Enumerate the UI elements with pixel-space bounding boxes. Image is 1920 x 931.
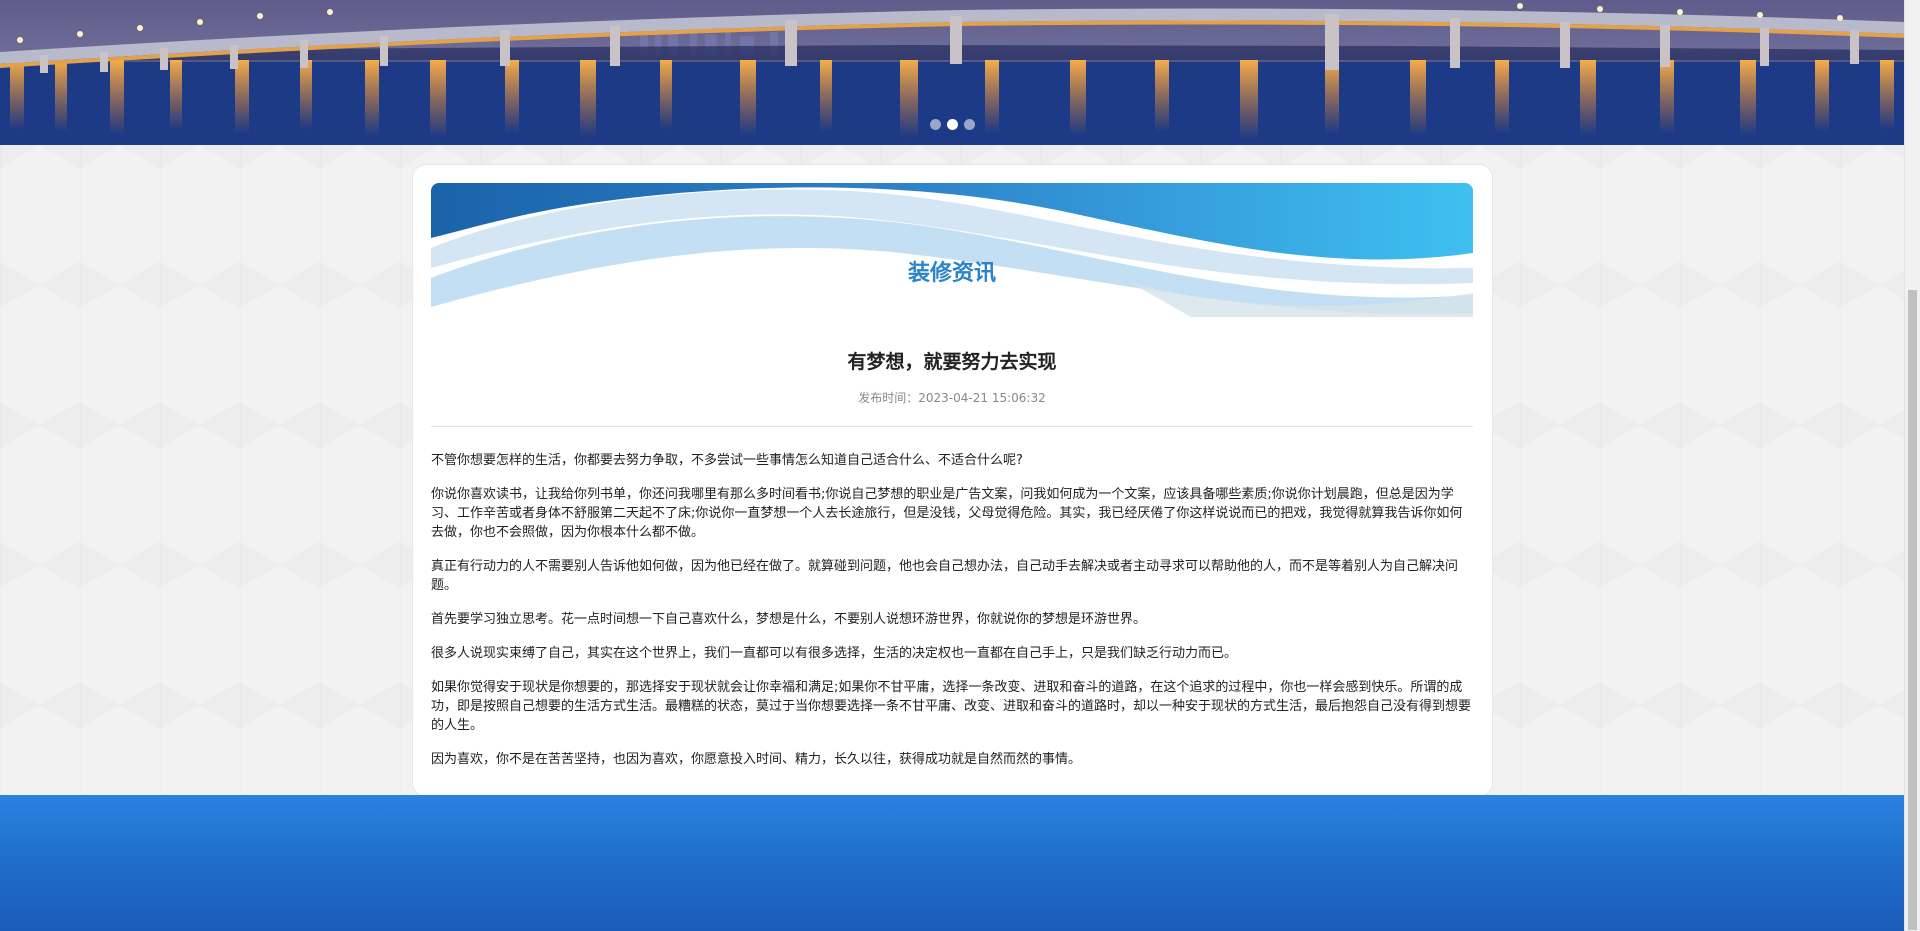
carousel-indicators	[0, 119, 1905, 131]
article-paragraph: 你说你喜欢读书，让我给你列书单，你还问我哪里有那么多时间看书;你说自己梦想的职业…	[431, 487, 1463, 540]
banner-carousel[interactable]	[0, 0, 1905, 145]
article-paragraph: 因为喜欢，你不是在苦苦坚持，也因为喜欢，你愿意投入时间、精力，长久以往，获得成功…	[431, 752, 1082, 767]
section-header: 装修资讯	[431, 183, 1473, 317]
wave-banner-image	[431, 183, 1473, 317]
article-paragraph: 如果你觉得安于现状是你想要的，那选择安于现状就会让你幸福和满足;如果你不甘平庸，…	[431, 680, 1472, 733]
article-body: 不管你想要怎样的生活，你都要去努力争取，不多尝试一些事情怎么知道自己适合什么、不…	[431, 451, 1473, 784]
article-title: 有梦想，就要努力去实现	[847, 351, 1057, 373]
page-scrollbar[interactable]	[1904, 0, 1920, 931]
article-paragraph: 很多人说现实束缚了自己，其实在这个世界上，我们一直都可以有很多选择，生活的决定权…	[431, 646, 1238, 661]
carousel-dot-3[interactable]	[964, 119, 975, 130]
scrollbar-thumb[interactable]	[1908, 290, 1917, 930]
section-title: 装修资讯	[907, 261, 996, 286]
article-paragraph: 不管你想要怎样的生活，你都要去努力争取，不多尝试一些事情怎么知道自己适合什么、不…	[431, 453, 1023, 468]
article-paragraph: 真正有行动力的人不需要别人告诉他如何做，因为他已经在做了。就算碰到问题，他也会自…	[431, 559, 1459, 593]
article-card: 装修资讯 有梦想，就要努力去实现 发布时间：2023-04-21 15:06:3…	[412, 164, 1493, 797]
carousel-dot-2[interactable]	[947, 119, 958, 130]
divider	[431, 426, 1473, 427]
carousel-dot-1[interactable]	[930, 119, 941, 130]
publish-time: 发布时间：2023-04-21 15:06:32	[858, 391, 1046, 405]
article-paragraph: 首先要学习独立思考。花一点时间想一下自己喜欢什么，梦想是什么，不要别人说想环游世…	[431, 612, 1147, 627]
footer	[0, 795, 1905, 931]
